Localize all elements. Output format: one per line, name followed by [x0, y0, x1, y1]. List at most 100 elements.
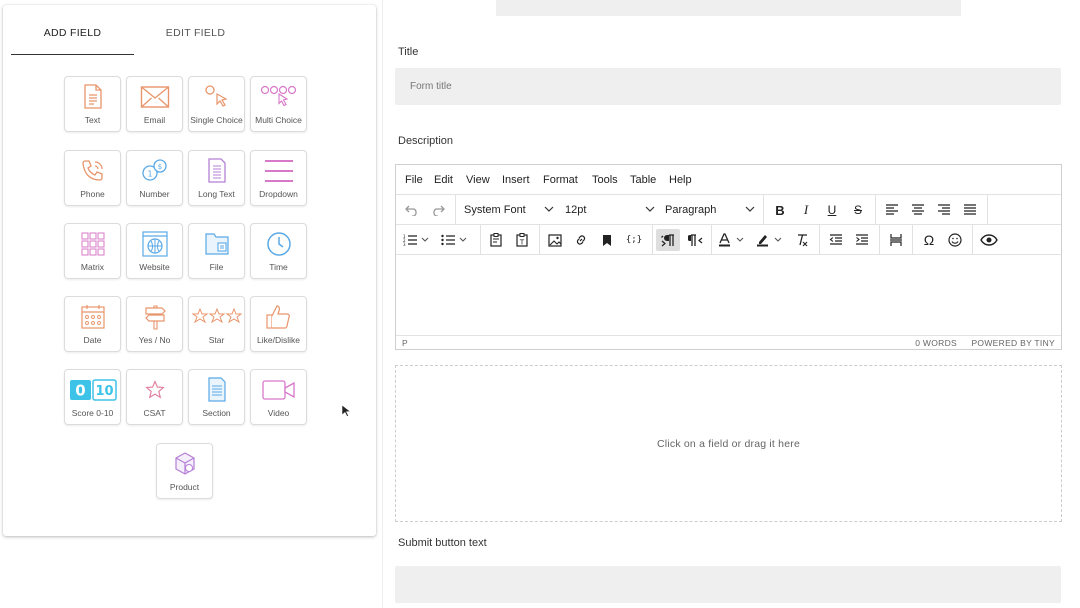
menu-format[interactable]: Format [543, 174, 578, 186]
field-tile-score[interactable]: 0 10 Score 0-10 [64, 369, 121, 425]
special-character-icon[interactable]: Ω [919, 229, 939, 251]
field-tile-multi-choice[interactable]: Multi Choice [250, 76, 307, 132]
align-left-icon[interactable] [882, 199, 902, 221]
field-tile-csat[interactable]: CSAT [126, 369, 183, 425]
menu-tools[interactable]: Tools [592, 174, 618, 186]
field-tile-time[interactable]: Time [250, 223, 307, 279]
tab-add-field[interactable]: ADD FIELD [11, 19, 134, 55]
visual-blocks-icon[interactable] [656, 229, 680, 251]
field-tile-long-text[interactable]: Long Text [188, 150, 245, 206]
bullet-list-icon[interactable] [440, 229, 470, 251]
form-editor-panel: Title Description File Edit View Insert … [382, 0, 1076, 608]
highlight-color-icon[interactable] [755, 229, 787, 251]
align-center-icon[interactable] [908, 199, 928, 221]
title-label: Title [398, 46, 419, 58]
field-tile-video[interactable]: Video [250, 369, 307, 425]
toolbar-separator [879, 225, 880, 255]
pointer-click-icon [189, 83, 244, 111]
field-tile-label: CSAT [143, 408, 166, 418]
paste-icon[interactable] [486, 229, 506, 251]
field-dropzone[interactable]: Click on a field or drag it here [395, 365, 1062, 522]
menu-file[interactable]: File [405, 174, 423, 186]
field-tile-yes-no[interactable]: Yes / No [126, 296, 183, 352]
submit-button-text-label: Submit button text [398, 537, 487, 549]
field-tile-dropdown[interactable]: Dropdown [250, 150, 307, 206]
menu-table[interactable]: Table [630, 174, 656, 186]
redo-icon[interactable] [428, 199, 448, 221]
powered-by-link[interactable]: POWERED BY TINY [971, 338, 1055, 348]
menu-help[interactable]: Help [669, 174, 692, 186]
field-tile-matrix[interactable]: Matrix [64, 223, 121, 279]
field-tile-label: Text [84, 115, 101, 125]
field-tile-text[interactable]: Text [64, 76, 121, 132]
emoticons-icon[interactable] [945, 229, 965, 251]
toolbar-separator [912, 225, 913, 255]
dropzone-hint: Click on a field or drag it here [657, 438, 800, 450]
field-tile-star[interactable]: Star [188, 296, 245, 352]
chevron-down-icon [645, 203, 655, 218]
submit-button-text-input[interactable] [395, 566, 1061, 603]
chevron-down-icon [544, 203, 554, 218]
text-color-icon[interactable] [717, 229, 749, 251]
underline-icon[interactable]: U [822, 199, 842, 221]
block-format-select[interactable]: Paragraph [665, 199, 755, 221]
toolbar-separator [652, 225, 653, 255]
field-tile-phone[interactable]: Phone [64, 150, 121, 206]
signpost-icon [127, 303, 182, 331]
bookmark-icon[interactable] [597, 229, 617, 251]
outdent-icon[interactable] [826, 229, 846, 251]
editor-statusbar: P 0 WORDS POWERED BY TINY [396, 335, 1061, 350]
mouse-cursor-icon [341, 404, 352, 423]
star-icon [127, 376, 182, 404]
menu-insert[interactable]: Insert [502, 174, 530, 186]
undo-icon[interactable] [402, 199, 422, 221]
field-tile-number[interactable]: 1 $ Number [126, 150, 183, 206]
element-path[interactable]: P [402, 338, 408, 348]
indent-icon[interactable] [852, 229, 872, 251]
field-tile-label: Time [269, 262, 288, 272]
align-justify-icon[interactable] [960, 199, 980, 221]
field-tile-single-choice[interactable]: Single Choice [188, 76, 245, 132]
field-tile-product[interactable]: Product [156, 443, 213, 499]
svg-text:$: $ [157, 163, 161, 171]
tab-edit-field[interactable]: EDIT FIELD [134, 19, 257, 55]
ltr-rtl-icon[interactable] [684, 229, 706, 251]
editor-menubar: File Edit View Insert Format Tools Table… [396, 165, 1061, 195]
field-tile-label: Phone [80, 189, 105, 199]
editor-content-area[interactable] [396, 255, 1061, 335]
field-tile-website[interactable]: Website [126, 223, 183, 279]
code-sample-icon[interactable]: {;} [623, 229, 645, 251]
field-tile-file[interactable]: File [188, 223, 245, 279]
page-break-icon[interactable] [886, 229, 906, 251]
font-size-value: 12pt [565, 204, 587, 216]
italic-icon[interactable]: I [796, 199, 816, 221]
menu-edit[interactable]: Edit [434, 174, 453, 186]
field-tile-like-dislike[interactable]: Like/Dislike [250, 296, 307, 352]
insert-image-icon[interactable] [545, 229, 565, 251]
insert-link-icon[interactable] [571, 229, 591, 251]
preview-eye-icon[interactable] [978, 229, 1000, 251]
align-right-icon[interactable] [934, 199, 954, 221]
score-right-value: 10 [95, 384, 113, 399]
field-tile-email[interactable]: Email [126, 76, 183, 132]
long-text-doc-icon [189, 157, 244, 185]
field-tile-label: Yes / No [138, 335, 171, 345]
svg-text:1: 1 [147, 170, 152, 179]
field-tile-label: Single Choice [190, 115, 243, 125]
paste-text-icon[interactable]: T [512, 229, 532, 251]
numbered-list-icon[interactable]: 123 [402, 229, 432, 251]
strikethrough-icon[interactable]: S [848, 199, 868, 221]
field-tile-section[interactable]: Section [188, 369, 245, 425]
bold-icon[interactable]: B [770, 199, 790, 221]
form-title-input[interactable] [395, 68, 1061, 105]
field-tile-date[interactable]: Date [64, 296, 121, 352]
word-count[interactable]: 0 WORDS [915, 338, 957, 348]
font-size-select[interactable]: 12pt [565, 199, 655, 221]
clear-formatting-icon[interactable] [792, 229, 812, 251]
menu-view[interactable]: View [466, 174, 490, 186]
toolbar-separator [480, 225, 481, 255]
svg-text:3: 3 [403, 242, 406, 246]
font-family-value: System Font [464, 204, 526, 216]
field-palette-panel: ADD FIELD EDIT FIELD Text Email Single C… [3, 5, 376, 536]
font-family-select[interactable]: System Font [464, 199, 554, 221]
